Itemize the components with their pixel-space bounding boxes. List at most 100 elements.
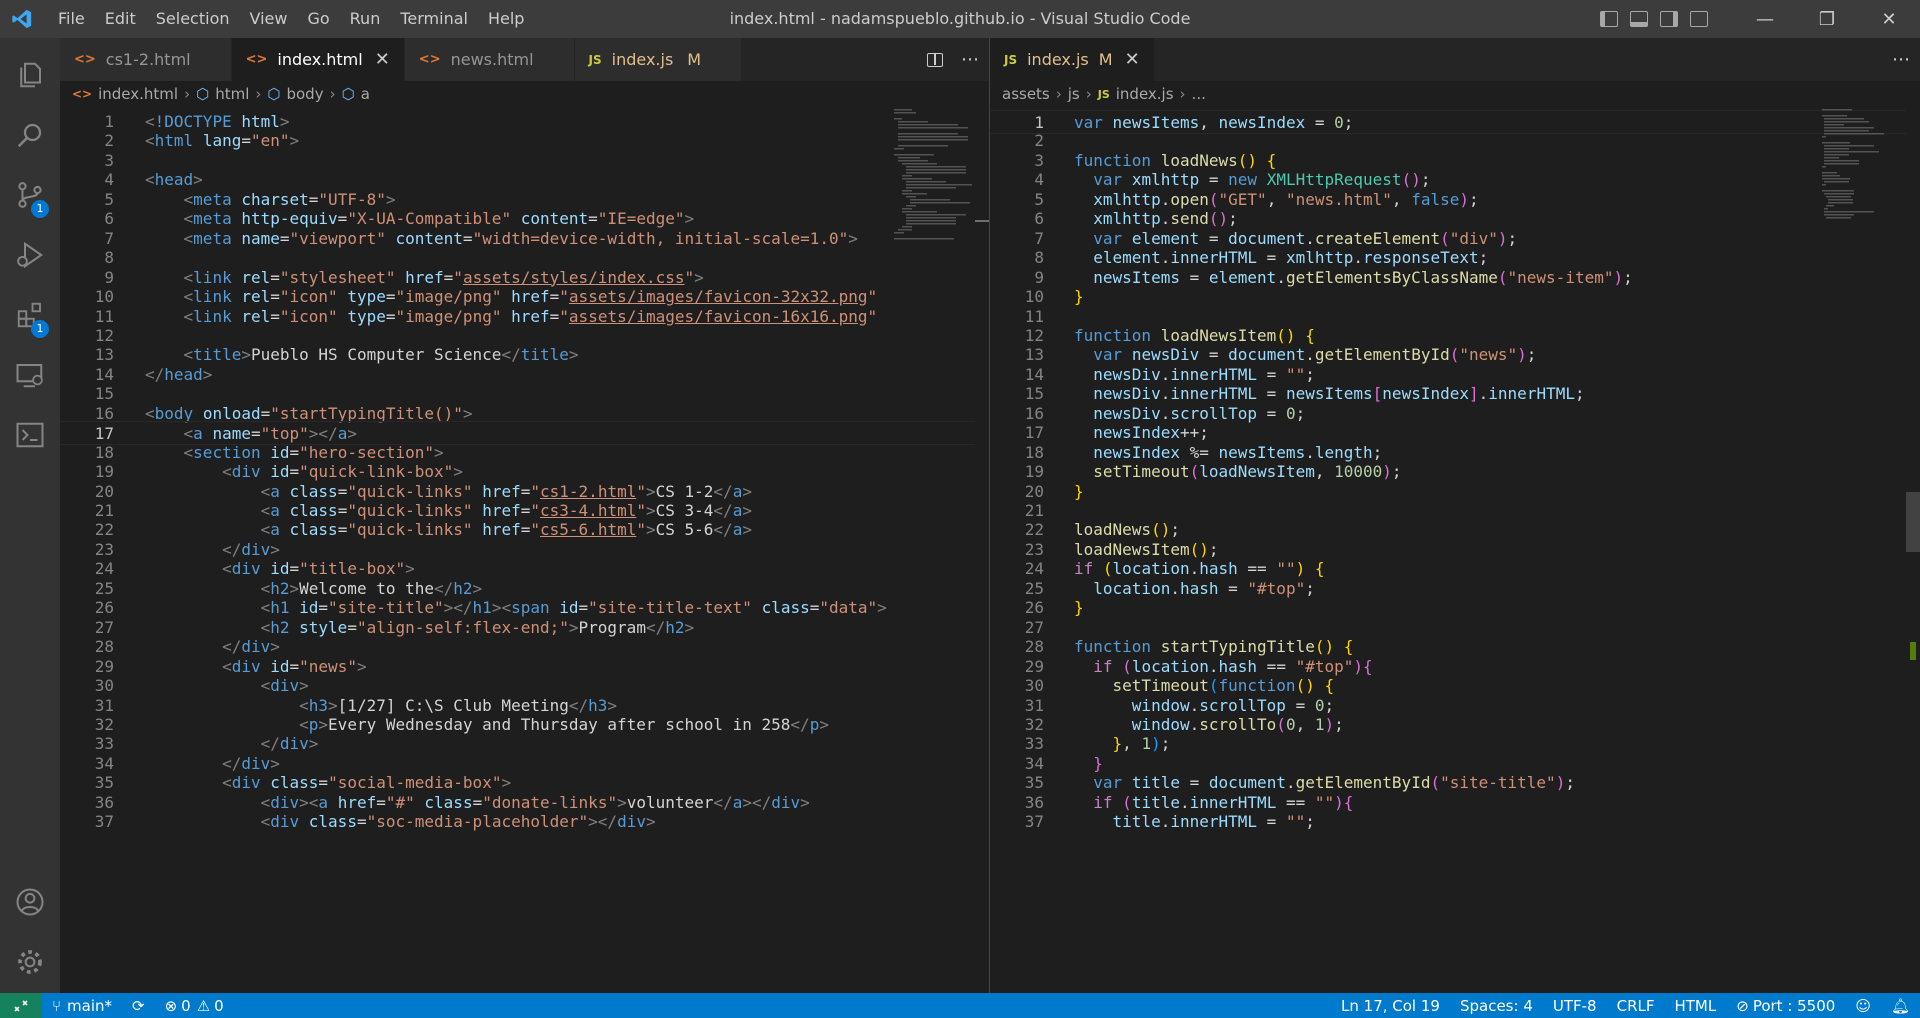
activity-bar: 1 1 [0,38,60,993]
extensions-button[interactable]: 1 [0,286,60,344]
menu-terminal[interactable]: Terminal [390,0,478,38]
breadcrumb-item[interactable]: js [1068,85,1080,103]
terminal-icon [16,422,44,448]
explorer-button[interactable] [0,46,60,104]
source-control-badge: 1 [31,200,49,218]
scrollbar-change-marker [1910,642,1916,660]
modified-indicator: M [1098,50,1113,69]
tab-label: news.html [450,50,534,69]
js-file-icon: JS [1004,52,1018,67]
remote-indicator[interactable] [0,993,42,1018]
code-line[interactable]: 37 <div class="soc-media-placeholder"></… [60,810,989,834]
port-label: Port : 5500 [1752,996,1836,1015]
minimap-left[interactable] [892,107,976,307]
minimap-preview [894,109,976,240]
branch-name: main* [67,996,112,1015]
breadcrumb-item[interactable]: a [361,85,370,103]
run-debug-button[interactable] [0,226,60,284]
tab-news-html[interactable]: <> news.html [404,38,575,81]
branch-indicator[interactable]: ⑂ main* [42,997,122,1015]
code-editor-right[interactable]: 1 var newsItems, newsIndex = 0; 2 3 function… [990,107,1920,993]
menu-file[interactable]: File [48,0,95,38]
status-bar: ⑂ main* ⟳ ⊗ 0 ⚠ 0 Ln 17, Col 19 Spaces: … [0,993,1920,1018]
window-controls: — ❐ ✕ [1600,0,1920,38]
close-window-button[interactable]: ✕ [1858,0,1920,38]
more-actions-icon[interactable]: ⋯ [961,49,979,70]
cursor-position[interactable]: Ln 17, Col 19 [1331,997,1450,1015]
split-editor-icon[interactable] [927,52,943,67]
breadcrumb-item[interactable]: index.js [1116,85,1174,103]
end-of-line[interactable]: CRLF [1607,997,1665,1015]
manage-button[interactable] [0,933,60,991]
encoding[interactable]: UTF-8 [1543,997,1607,1015]
sync-button[interactable]: ⟳ [122,997,155,1015]
chevron-right-icon: › [1179,85,1186,103]
breadcrumb-item[interactable]: html [215,85,249,103]
problems-indicator[interactable]: ⊗ 0 ⚠ 0 [155,997,234,1015]
tab-cs1-2-html[interactable]: <> cs1-2.html [60,38,232,81]
menu-run[interactable]: Run [340,0,391,38]
restore-button[interactable]: ❐ [1796,0,1858,38]
minimap-preview [1822,109,1884,219]
remote-explorer-button[interactable] [0,346,60,404]
toggle-panel-icon[interactable] [1630,11,1648,27]
breadcrumb-item[interactable]: assets [1002,85,1050,103]
feedback-icon: ☺ [1855,996,1871,1015]
breadcrumb: assets › js › JS index.js › ... [990,81,1920,107]
menu-edit[interactable]: Edit [95,0,146,38]
tab-index-js-right[interactable]: JS index.js M ✕ [990,38,1155,81]
menu-go[interactable]: Go [297,0,339,38]
breadcrumb-item[interactable]: body [286,85,323,103]
terminal-button[interactable] [0,406,60,464]
scrollbar-right[interactable] [1906,107,1920,993]
tab-bar-left: <> cs1-2.html <> index.html ✕ <> news.ht… [60,38,989,81]
live-server-port[interactable]: ⊘ Port : 5500 [1726,997,1845,1015]
tab-index-js[interactable]: JS index.js M [574,38,743,81]
code-editor-left[interactable]: 1 <!DOCTYPE html> 2 <html lang="en"> 3 4 <head… [60,107,989,993]
search-button[interactable] [0,106,60,164]
accounts-button[interactable] [0,873,60,931]
language-mode[interactable]: HTML [1664,997,1726,1015]
customize-layout-icon[interactable] [1690,11,1708,27]
menu-view[interactable]: View [240,0,298,38]
close-tab-icon[interactable]: ✕ [375,49,390,70]
vscode-logo-icon[interactable] [0,0,44,38]
modified-indicator: M [687,50,702,69]
code-text: title.innerHTML = ""; [1112,812,1315,832]
debug-icon [17,241,44,269]
html-file-icon: <> [74,52,96,67]
sync-icon: ⟳ [132,996,145,1015]
element-icon: ⬡ [267,85,281,103]
html-file-icon: <> [418,52,441,67]
chevron-right-icon: › [184,85,191,103]
js-file-icon: JS [588,52,602,67]
code-line[interactable]: 37 title.innerHTML = ""; [990,810,1920,834]
toggle-primary-sidebar-icon[interactable] [1600,11,1618,27]
close-tab-icon[interactable]: ✕ [1125,49,1140,70]
chevron-right-icon: › [1085,85,1092,103]
line-number: 37 [94,812,114,832]
more-actions-icon[interactable]: ⋯ [1892,49,1910,70]
source-control-button[interactable]: 1 [0,166,60,224]
menu-bar: File Edit Selection View Go Run Terminal Help [48,0,534,38]
notifications-button[interactable]: 🔔︎ [1881,997,1920,1015]
minimap-right[interactable] [1820,107,1900,307]
breadcrumb-item[interactable]: ... [1192,85,1206,103]
warning-icon: ⚠ [196,996,211,1015]
scrollbar-marker [975,220,989,222]
scrollbar-thumb[interactable] [1906,492,1920,552]
tab-index-html[interactable]: <> index.html ✕ [231,38,405,81]
minimize-button[interactable]: — [1734,0,1796,38]
indentation[interactable]: Spaces: 4 [1450,997,1543,1015]
toggle-secondary-sidebar-icon[interactable] [1660,11,1678,27]
search-icon [17,123,42,148]
breadcrumb-item[interactable]: index.html [98,85,178,103]
gear-icon [18,950,42,974]
element-icon: ⬡ [196,85,210,103]
breadcrumb: <> index.html › ⬡ html › ⬡ body › ⬡ a [60,81,989,107]
menu-selection[interactable]: Selection [146,0,240,38]
scrollbar-left[interactable] [975,107,989,993]
feedback-button[interactable]: ☺ [1845,997,1881,1015]
menu-help[interactable]: Help [478,0,534,38]
js-file-icon: JS [1097,87,1110,101]
